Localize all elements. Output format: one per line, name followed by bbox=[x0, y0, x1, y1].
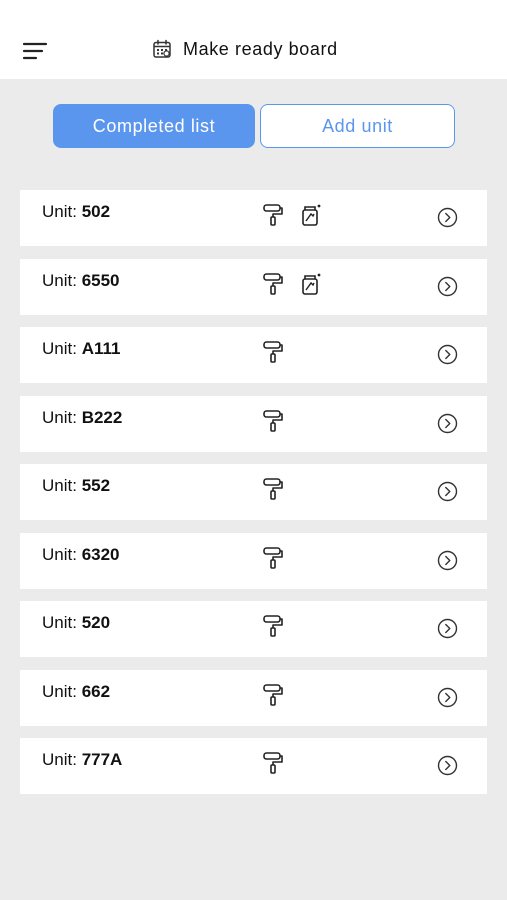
unit-row[interactable]: Unit: 6550 bbox=[20, 259, 487, 315]
chevron-right-circle-icon[interactable] bbox=[437, 207, 458, 228]
header-title-group: Make ready board bbox=[152, 38, 338, 60]
unit-row[interactable]: Unit: 520 bbox=[20, 601, 487, 657]
paint-bucket-icon bbox=[300, 272, 322, 296]
add-unit-button[interactable]: Add unit bbox=[260, 104, 455, 148]
unit-number: 777A bbox=[81, 750, 123, 769]
app-header: Make ready board bbox=[0, 0, 507, 79]
unit-label: Unit: 552 bbox=[42, 476, 110, 496]
paint-bucket-icon bbox=[300, 203, 322, 227]
paint-roller-icon bbox=[262, 614, 284, 638]
unit-prefix: Unit: bbox=[42, 408, 82, 427]
chevron-right-circle-icon[interactable] bbox=[437, 276, 458, 297]
chevron-right-circle-icon[interactable] bbox=[437, 481, 458, 502]
unit-prefix: Unit: bbox=[42, 271, 82, 290]
unit-prefix: Unit: bbox=[42, 339, 82, 358]
unit-prefix: Unit: bbox=[42, 750, 82, 769]
unit-prefix: Unit: bbox=[42, 202, 82, 221]
unit-prefix: Unit: bbox=[42, 682, 82, 701]
unit-label: Unit: 520 bbox=[42, 613, 110, 633]
unit-label: Unit: 6550 bbox=[42, 271, 120, 291]
unit-label: Unit: 6320 bbox=[42, 545, 120, 565]
unit-number: B222 bbox=[81, 408, 123, 427]
calendar-icon bbox=[153, 39, 171, 58]
hamburger-menu-icon[interactable] bbox=[22, 40, 48, 62]
unit-number: 6320 bbox=[81, 545, 120, 564]
unit-number: 552 bbox=[81, 476, 111, 495]
unit-label: Unit: B222 bbox=[42, 408, 122, 428]
unit-number: 502 bbox=[81, 202, 111, 221]
chevron-right-circle-icon[interactable] bbox=[437, 618, 458, 639]
chevron-right-circle-icon[interactable] bbox=[437, 550, 458, 571]
unit-label: Unit: 502 bbox=[42, 202, 110, 222]
unit-number: 662 bbox=[81, 682, 111, 701]
chevron-right-circle-icon[interactable] bbox=[437, 413, 458, 434]
chevron-right-circle-icon[interactable] bbox=[437, 755, 458, 776]
chevron-right-circle-icon[interactable] bbox=[437, 687, 458, 708]
paint-roller-icon bbox=[262, 409, 284, 433]
unit-row[interactable]: Unit: 777A bbox=[20, 738, 487, 794]
unit-label: Unit: 777A bbox=[42, 750, 122, 770]
paint-roller-icon bbox=[262, 683, 284, 707]
unit-row[interactable]: Unit: 662 bbox=[20, 670, 487, 726]
unit-label: Unit: 662 bbox=[42, 682, 110, 702]
page-title: Make ready board bbox=[183, 38, 338, 59]
paint-roller-icon bbox=[262, 340, 284, 364]
unit-number: 520 bbox=[81, 613, 111, 632]
paint-roller-icon bbox=[262, 203, 284, 227]
chevron-right-circle-icon[interactable] bbox=[437, 344, 458, 365]
unit-number: A111 bbox=[81, 339, 121, 358]
unit-prefix: Unit: bbox=[42, 476, 82, 495]
unit-label: Unit: A111 bbox=[42, 339, 120, 359]
unit-row[interactable]: Unit: B222 bbox=[20, 396, 487, 452]
unit-row[interactable]: Unit: 6320 bbox=[20, 533, 487, 589]
unit-prefix: Unit: bbox=[42, 545, 82, 564]
paint-roller-icon bbox=[262, 477, 284, 501]
paint-roller-icon bbox=[262, 751, 284, 775]
paint-roller-icon bbox=[262, 272, 284, 296]
unit-number: 6550 bbox=[81, 271, 120, 290]
unit-row[interactable]: Unit: 552 bbox=[20, 464, 487, 520]
unit-row[interactable]: Unit: 502 bbox=[20, 190, 487, 246]
unit-row[interactable]: Unit: A111 bbox=[20, 327, 487, 383]
completed-list-button[interactable]: Completed list bbox=[53, 104, 255, 148]
unit-prefix: Unit: bbox=[42, 613, 82, 632]
paint-roller-icon bbox=[262, 546, 284, 570]
